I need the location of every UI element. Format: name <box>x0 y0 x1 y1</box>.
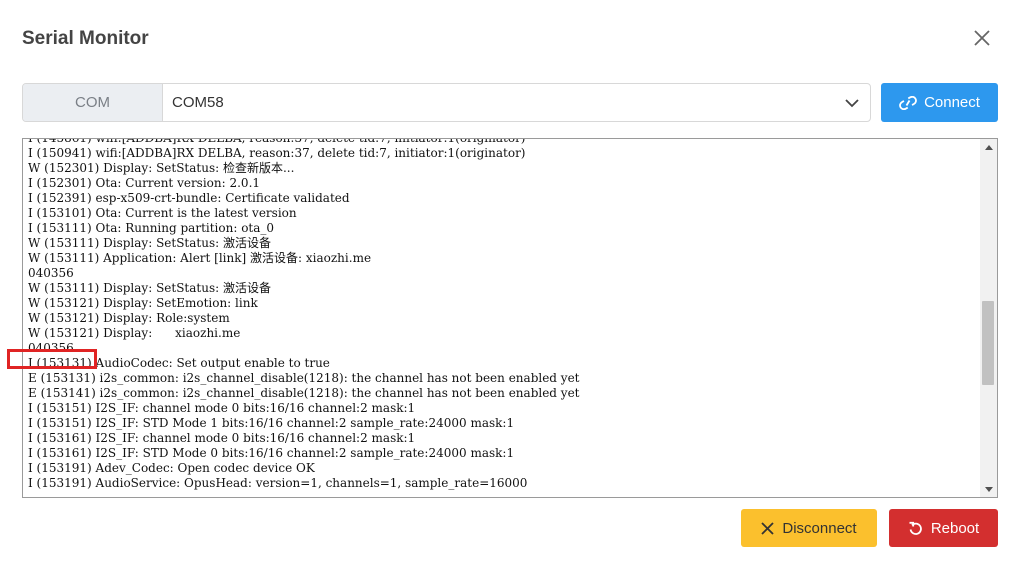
log-line: I (153161) I2S_IF: channel mode 0 bits:1… <box>28 431 416 445</box>
disconnect-button[interactable]: Disconnect <box>741 509 877 547</box>
refresh-icon <box>909 521 922 535</box>
log-line: W (153121) Display: SetEmotion: link <box>28 296 258 310</box>
log-line: W (153121) Display: Role:system <box>28 311 230 325</box>
log-line: I (153151) I2S_IF: STD Mode 1 bits:16/16… <box>28 416 515 430</box>
highlight-annotation <box>7 349 97 369</box>
log-scrollbar[interactable] <box>980 139 997 497</box>
log-line: 040356 <box>28 341 74 355</box>
log-line: W (153111) Application: Alert [link] 激活设… <box>28 251 372 265</box>
close-icon[interactable] <box>971 27 993 49</box>
reboot-label: Reboot <box>930 519 980 537</box>
chevron-down-icon <box>845 99 859 108</box>
log-line: I (153101) Ota: Current is the latest ve… <box>28 206 297 220</box>
reboot-button[interactable]: Reboot <box>889 509 998 547</box>
port-selected-value: COM58 <box>172 94 224 111</box>
log-line: I (153151) I2S_IF: channel mode 0 bits:1… <box>28 401 416 415</box>
log-line: I (153111) Ota: Running partition: ota_0 <box>28 221 275 235</box>
log-line: I (152301) Ota: Current version: 2.0.1 <box>28 176 261 190</box>
log-lines: I (145861) wifi:[ADDBA]RX DELBA, reason:… <box>28 138 580 491</box>
scroll-thumb[interactable] <box>982 301 994 385</box>
log-line: W (152301) Display: SetStatus: 检查新版本... <box>28 161 295 175</box>
caret-up-icon <box>984 144 993 150</box>
x-icon <box>761 521 775 535</box>
log-line: I (145861) wifi:[ADDBA]RX DELBA, reason:… <box>28 138 526 145</box>
port-dropdown[interactable]: COM58 <box>163 84 870 121</box>
serial-log[interactable]: I (145861) wifi:[ADDBA]RX DELBA, reason:… <box>22 138 998 498</box>
port-label: COM <box>23 84 163 121</box>
link-icon <box>899 95 917 110</box>
log-line: I (150941) wifi:[ADDBA]RX DELBA, reason:… <box>28 146 526 160</box>
log-line: W (153121) Display: xiaozhi.me <box>28 326 241 340</box>
log-line: E (153141) i2s_common: i2s_channel_disab… <box>28 386 580 400</box>
dialog-title: Serial Monitor <box>22 28 149 49</box>
log-line: I (153131) AudioCodec: Set output enable… <box>28 356 330 370</box>
caret-down-icon <box>984 486 993 492</box>
connect-button[interactable]: Connect <box>881 83 998 122</box>
scroll-up-button[interactable] <box>980 139 997 155</box>
log-line: 040356 <box>28 266 74 280</box>
log-line: I (153161) I2S_IF: STD Mode 0 bits:16/16… <box>28 446 515 460</box>
log-line: W (153111) Display: SetStatus: 激活设备 <box>28 236 271 250</box>
log-line: W (153111) Display: SetStatus: 激活设备 <box>28 281 271 295</box>
log-line: I (153191) Adev_Codec: Open codec device… <box>28 461 315 475</box>
port-selector: COM COM58 <box>22 83 871 122</box>
disconnect-label: Disconnect <box>782 519 857 537</box>
log-line: I (152391) esp-x509-crt-bundle: Certific… <box>28 191 350 205</box>
scroll-down-button[interactable] <box>980 481 997 497</box>
connect-label: Connect <box>924 94 980 111</box>
log-line: E (153131) i2s_common: i2s_channel_disab… <box>28 371 580 385</box>
log-line: I (153191) AudioService: OpusHead: versi… <box>28 476 528 490</box>
